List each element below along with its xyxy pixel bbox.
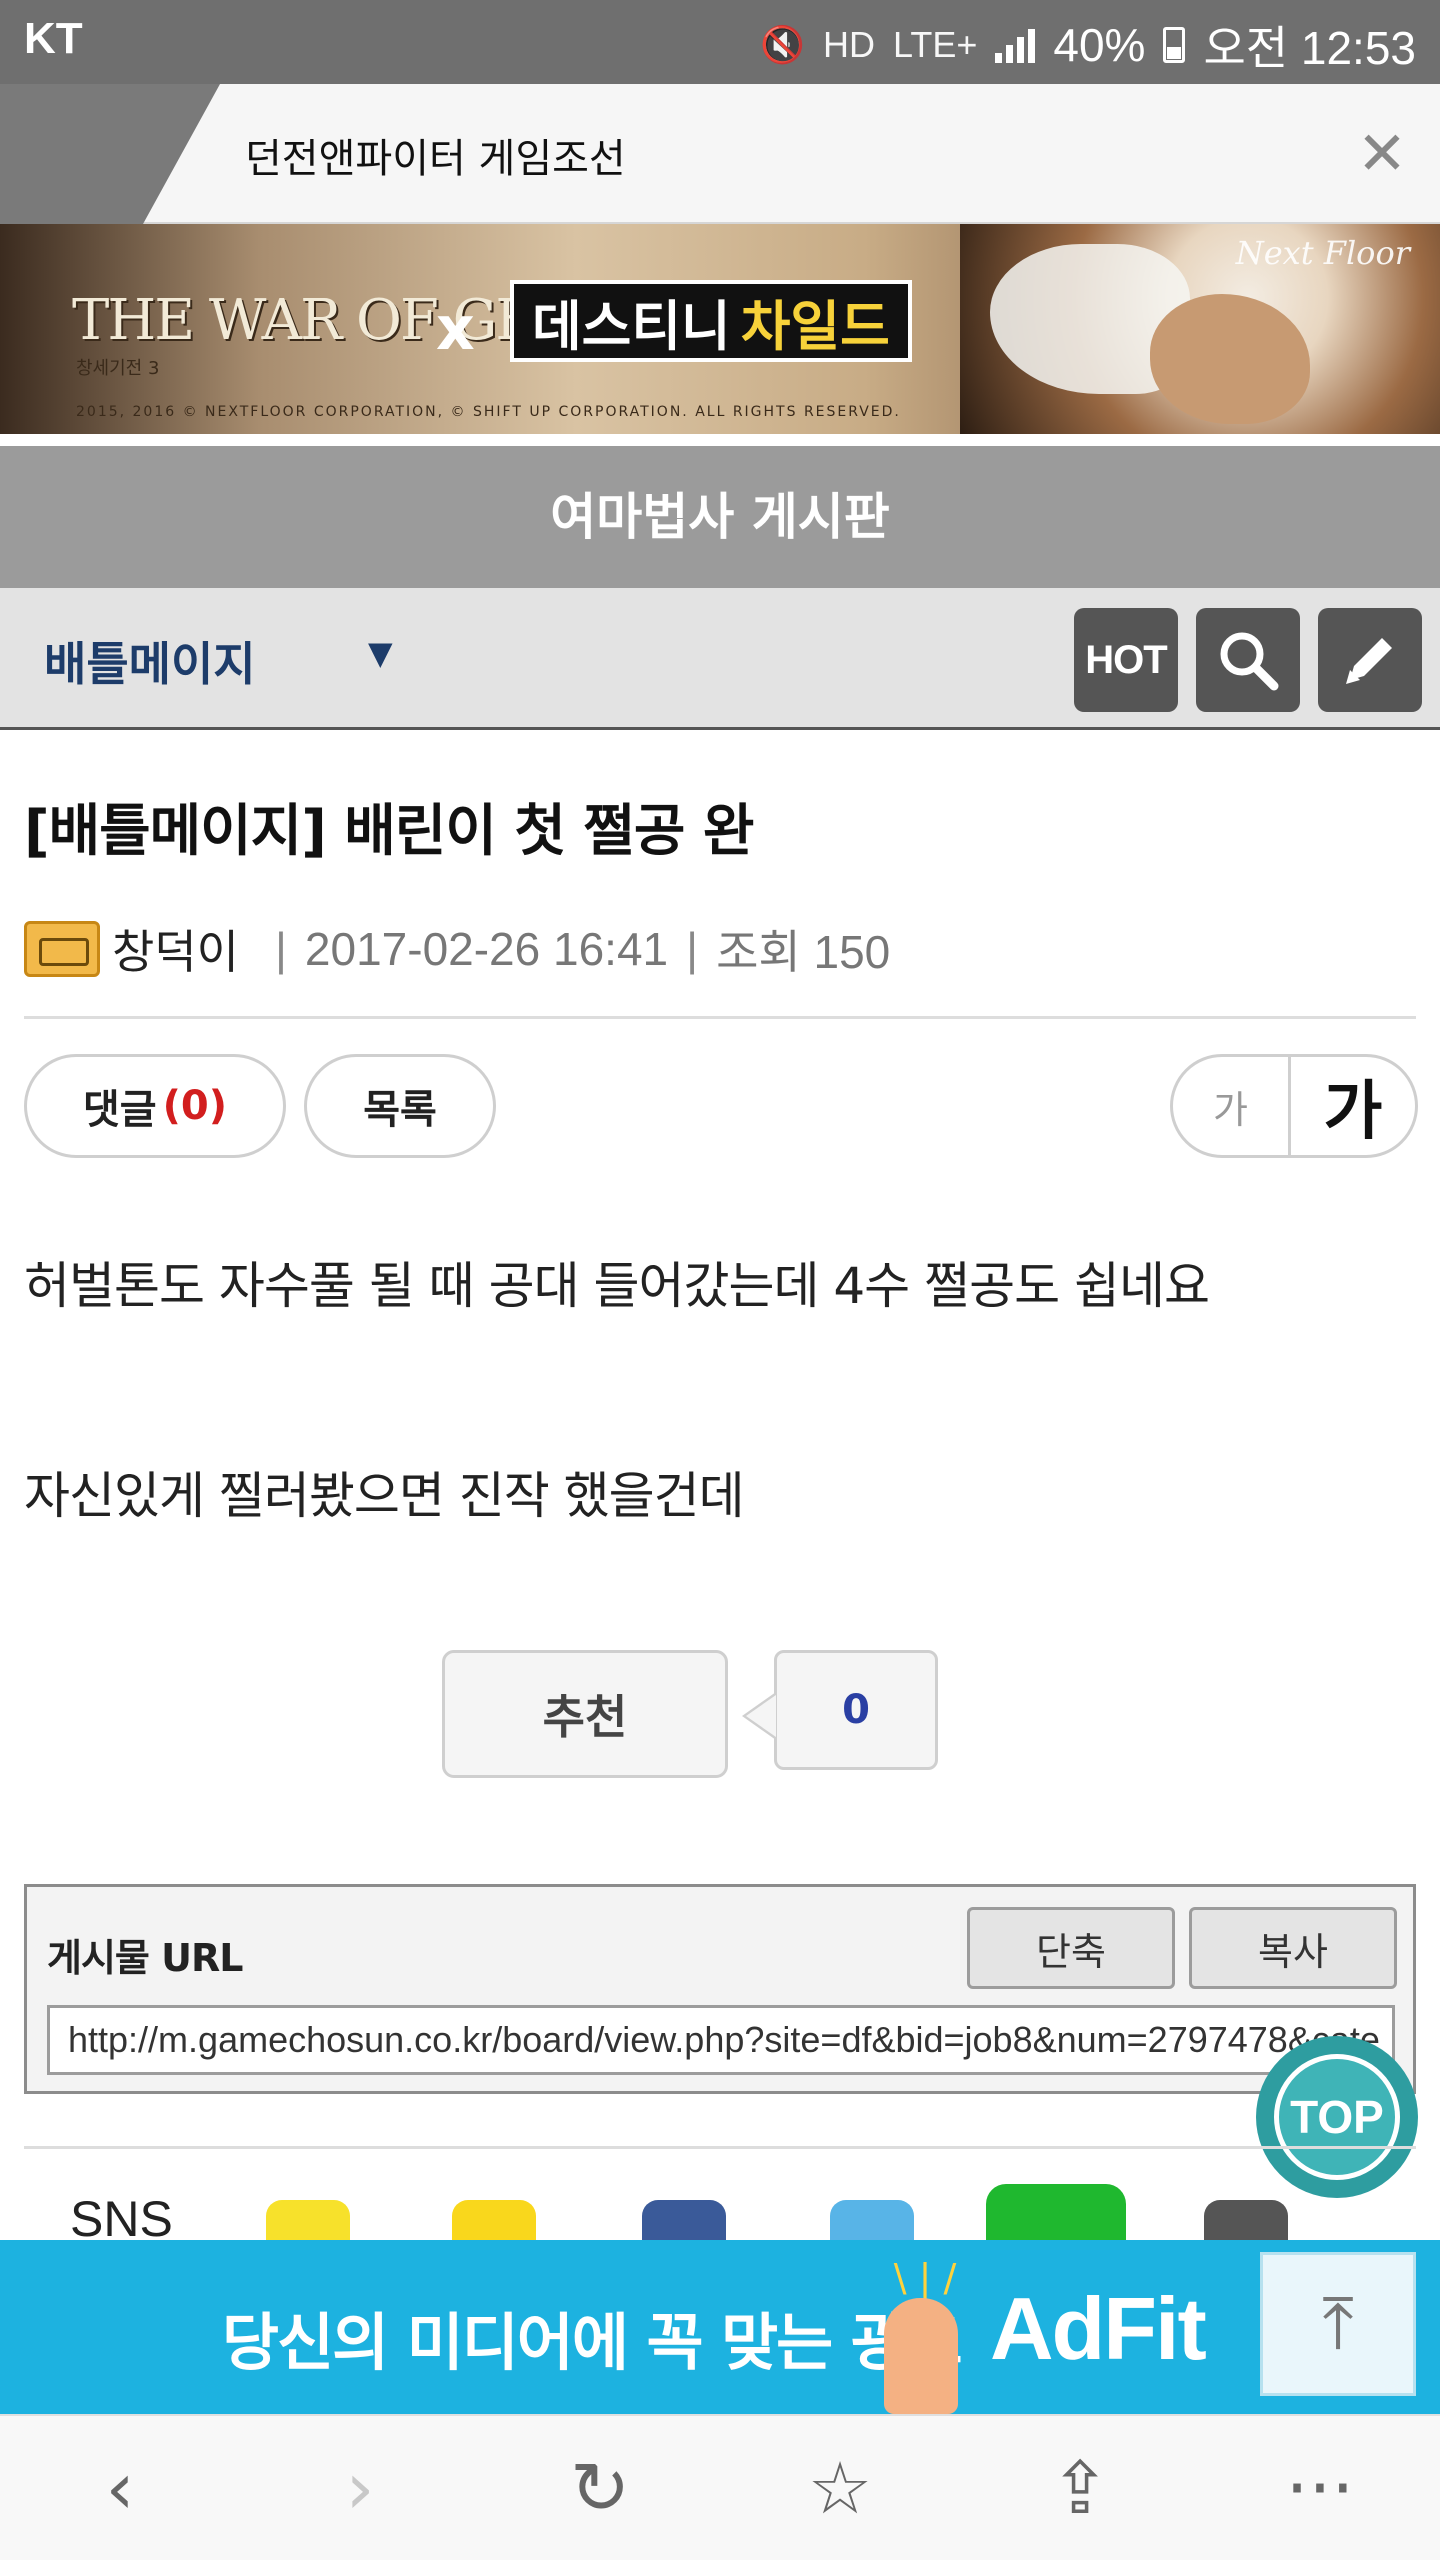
- banner-brand: Next Floor: [1235, 234, 1410, 272]
- user-level-icon: [24, 921, 100, 977]
- banner-subtitle: 창세기전 3: [76, 358, 160, 379]
- banner-logo: 데스티니 차일드: [510, 280, 912, 362]
- tab-title[interactable]: 던전앤파이터 게임조선: [245, 126, 626, 184]
- refresh-icon[interactable]: ↻: [540, 2428, 660, 2548]
- carrier-label: KT: [24, 14, 83, 63]
- recommend-count: 0: [774, 1650, 938, 1770]
- more-icon[interactable]: ···: [1260, 2428, 1380, 2548]
- post-paragraph: 자신있게 찔러봤으면 진작 했을건데: [24, 1467, 745, 1525]
- scroll-top-button[interactable]: TOP: [1256, 2036, 1418, 2198]
- banner-copyright: 2015, 2016 © NEXTFLOOR CORPORATION, © SH…: [76, 404, 901, 420]
- post-title: [배틀메이지] 배린이 첫 쩔공 완: [24, 799, 754, 864]
- meta-separator: |: [686, 923, 699, 975]
- search-button[interactable]: [1196, 608, 1300, 712]
- search-icon: [1220, 632, 1279, 691]
- battery-icon: [1163, 27, 1186, 63]
- ad-text: 당신의 미디어에 꼭 맞는 광고: [222, 2306, 963, 2379]
- chevron-down-icon[interactable]: ▼: [368, 634, 393, 672]
- signal-icon: [995, 27, 1036, 63]
- hot-button[interactable]: HOT: [1074, 608, 1178, 712]
- network-label: LTE+: [893, 24, 978, 65]
- forward-icon[interactable]: ›: [300, 2428, 420, 2548]
- font-large-button[interactable]: 가: [1291, 1057, 1415, 1155]
- board-title: 여마법사 게시판: [0, 446, 1440, 588]
- post-date: 2017-02-26 16:41: [304, 923, 669, 975]
- ad-brand: AdFit: [990, 2279, 1207, 2378]
- comments-count: (0): [162, 1083, 227, 1129]
- mute-icon: 🔇: [760, 24, 805, 65]
- game-ad-banner[interactable]: THE WAR OF GENESIS III 창세기전 3 x 데스티니 차일드…: [0, 224, 1440, 434]
- post-views: 조회 150: [716, 926, 891, 978]
- clock: 오전 12:53: [1203, 22, 1416, 74]
- post-url-field[interactable]: http://m.gamechosun.co.kr/board/view.php…: [47, 2005, 1395, 2075]
- list-button[interactable]: 목록: [304, 1054, 496, 1158]
- bookmark-icon[interactable]: ☆: [780, 2428, 900, 2548]
- banner-logo-part1: 데스티니: [532, 294, 731, 358]
- write-button[interactable]: [1318, 608, 1422, 712]
- pointing-hand-icon: [884, 2298, 958, 2414]
- meta-separator: |: [274, 923, 287, 975]
- browser-tab-header: 던전앤파이터 게임조선 ✕: [0, 84, 1440, 224]
- comments-label: 댓글: [82, 1087, 157, 1133]
- sparkle-icon: \ | /: [893, 2256, 957, 2300]
- category-bar: 배틀메이지 ▼ HOT: [0, 588, 1440, 730]
- url-label: 게시물 URL: [47, 1936, 243, 1980]
- divider: [24, 1016, 1416, 1019]
- status-icons: 🔇 HD LTE+ 40% 오전 12:53: [760, 12, 1416, 78]
- banner-logo-part2: 차일드: [740, 294, 890, 358]
- recommend-button[interactable]: 추천: [442, 1650, 728, 1778]
- post-url-box: 게시물 URL 단축 복사 http://m.gamechosun.co.kr/…: [24, 1884, 1416, 2094]
- back-icon[interactable]: ‹: [60, 2428, 180, 2548]
- font-small-button[interactable]: 가: [1173, 1057, 1291, 1155]
- divider: [24, 2146, 1416, 2149]
- pencil-icon: [1346, 638, 1392, 684]
- post-author[interactable]: 창덕이: [112, 916, 239, 982]
- tab-edge: [0, 84, 220, 224]
- post-meta: 창덕이 | 2017-02-26 16:41 | 조회 150: [24, 916, 890, 982]
- category-select[interactable]: 배틀메이지: [44, 628, 256, 694]
- shorten-url-button[interactable]: 단축: [967, 1907, 1175, 1989]
- font-size-toggle: 가 가: [1170, 1054, 1418, 1158]
- arrow-up-icon[interactable]: ⤒: [1260, 2252, 1416, 2396]
- copy-url-button[interactable]: 복사: [1189, 1907, 1397, 1989]
- status-bar: KT 🔇 HD LTE+ 40% 오전 12:53: [0, 0, 1440, 84]
- post-paragraph: 허벌톤도 자수풀 될 때 공대 들어갔는데 4수 쩔공도 쉽네요: [24, 1257, 1210, 1315]
- adfit-banner[interactable]: 당신의 미디어에 꼭 맞는 광고 \ | / AdFit ⤒: [0, 2240, 1440, 2414]
- recommend-notch-inner: [746, 1695, 776, 1737]
- comments-button[interactable]: 댓글 (0): [24, 1054, 286, 1158]
- hd-icon: HD: [823, 24, 875, 65]
- close-icon[interactable]: ✕: [1354, 124, 1410, 184]
- scroll-top-label: TOP: [1274, 2054, 1400, 2180]
- banner-x: x: [436, 294, 475, 364]
- browser-bottom-nav: ‹ › ↻ ☆ ⇪ ···: [0, 2414, 1440, 2560]
- battery-percent: 40%: [1053, 19, 1146, 71]
- share-icon[interactable]: ⇪: [1020, 2428, 1140, 2548]
